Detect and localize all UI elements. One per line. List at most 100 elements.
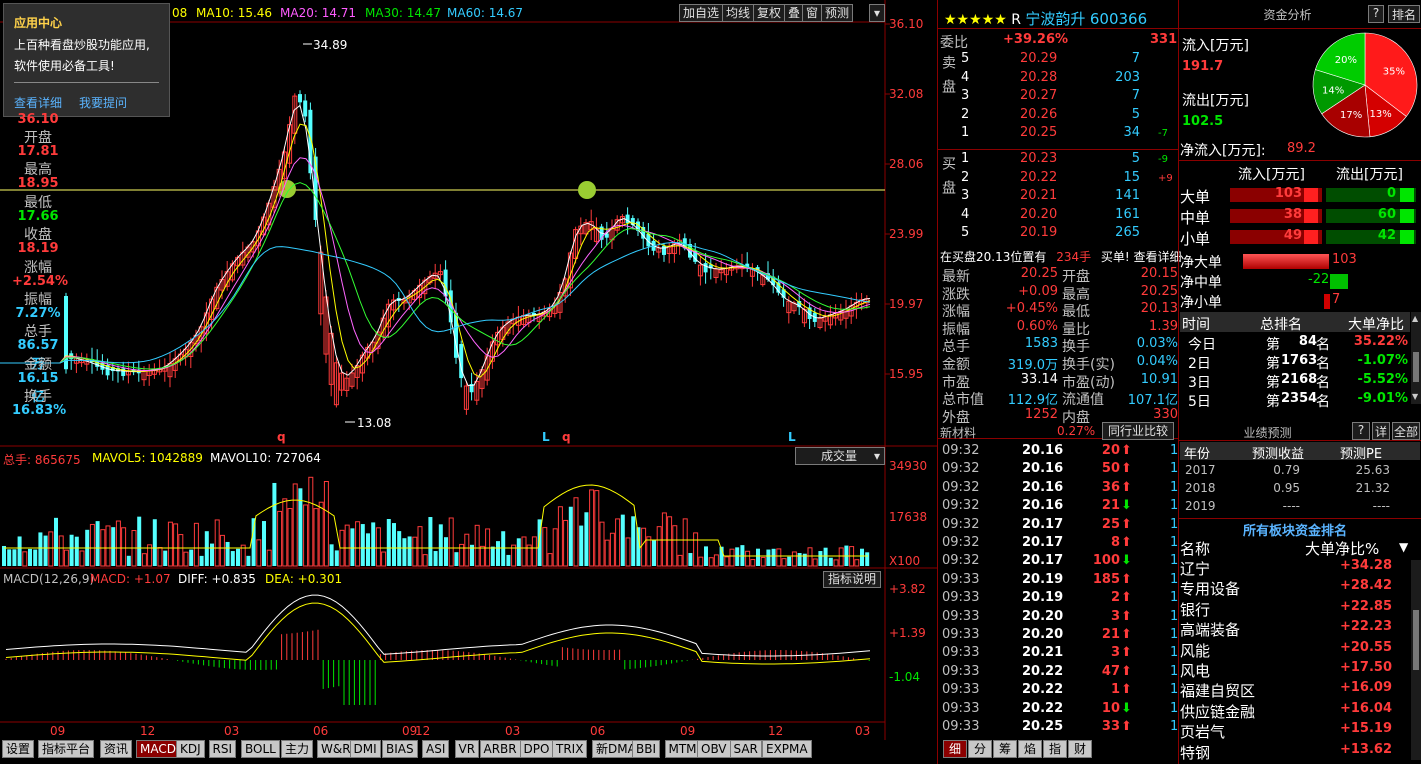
fund-out-mark xyxy=(1400,188,1414,202)
tab-rsi[interactable]: RSI xyxy=(208,740,236,758)
detail-tab-3[interactable]: 焰 xyxy=(1018,740,1042,758)
sector-scrollbar[interactable] xyxy=(1411,560,1421,760)
sector-col-net[interactable]: 大单净比% xyxy=(1305,538,1379,559)
detail-tab-1[interactable]: 分 xyxy=(968,740,992,758)
popup-ask-link[interactable]: 我要提问 xyxy=(79,94,127,111)
sector-row-name[interactable]: 供应链金融 xyxy=(1180,701,1255,721)
tab-obv[interactable]: OBV xyxy=(697,740,731,758)
tab-设置[interactable]: 设置 xyxy=(2,740,35,758)
tab-指标平台[interactable]: 指标平台 xyxy=(38,740,95,758)
tick-time: 09:32 xyxy=(942,498,980,514)
tab-asi[interactable]: ASI xyxy=(422,740,450,758)
quote-value: 1583 xyxy=(1024,336,1058,352)
rank-button[interactable]: 排名 xyxy=(1388,5,1420,23)
volume-bar xyxy=(781,558,787,567)
forecast-button[interactable]: 预测 xyxy=(821,4,854,22)
volume-bar xyxy=(641,527,647,567)
rating-stars: ★★★★★ xyxy=(944,12,1007,28)
tab-dmi[interactable]: DMI xyxy=(349,740,381,758)
rank-row-time: 3日 xyxy=(1188,375,1211,391)
indicator-dropdown[interactable]: 成交量 ▾ xyxy=(795,447,885,465)
pie-label-0: 35% xyxy=(1383,67,1405,78)
volume-bar xyxy=(38,532,43,566)
tab-bias[interactable]: BIAS xyxy=(382,740,418,758)
tab-boll[interactable]: BOLL xyxy=(241,740,280,758)
detail-tab-0[interactable]: 细 xyxy=(943,740,967,758)
tab-macd[interactable]: MACD xyxy=(136,740,180,758)
tab-expma[interactable]: EXPMA xyxy=(762,740,812,758)
popup-detail-link[interactable]: 查看详细 xyxy=(14,94,62,111)
rank-row-net: -5.52% xyxy=(1357,372,1409,387)
fund-out-value: 60 xyxy=(1377,207,1396,222)
tab-trix[interactable]: TRIX xyxy=(552,740,588,758)
indicator-help-button[interactable]: 指标说明 xyxy=(823,571,881,588)
detail-tab-4[interactable]: 指 xyxy=(1043,740,1067,758)
adjust-button[interactable]: 复权 xyxy=(753,4,786,22)
volume-bar xyxy=(698,556,704,567)
sector-row-name[interactable]: 风能 xyxy=(1180,640,1210,660)
tab-sar[interactable]: SAR xyxy=(729,740,762,758)
tab-主力[interactable]: 主力 xyxy=(281,740,314,758)
overlay-button[interactable]: 叠 xyxy=(784,4,805,22)
order-buy-level: 2 xyxy=(961,169,970,185)
volume-bar xyxy=(756,548,760,566)
tab-vr[interactable]: VR xyxy=(454,740,480,758)
sector-row-name[interactable]: 福建自贸区 xyxy=(1180,680,1255,700)
quote-label: 市盈 xyxy=(942,374,970,391)
sector-row-name[interactable]: 辽宁 xyxy=(1180,558,1210,578)
volume-bar xyxy=(33,549,38,566)
sector-row-name[interactable]: 风电 xyxy=(1180,660,1210,680)
ma-line-button[interactable]: 均线 xyxy=(722,4,755,22)
tab-dpo[interactable]: DPO xyxy=(519,740,554,758)
net-bar xyxy=(1243,254,1329,269)
volume-bar xyxy=(735,547,740,566)
fund-in-mark xyxy=(1304,230,1318,244)
fund-pie-chart: 35% 13% 17% 14% 20% xyxy=(1312,32,1418,138)
chevron-down-icon[interactable]: ▾ xyxy=(869,4,885,22)
tab-arbr[interactable]: ARBR xyxy=(479,740,521,758)
detail-tab-5[interactable]: 财 xyxy=(1068,740,1092,758)
sector-row-name[interactable]: 银行 xyxy=(1180,599,1210,619)
tab-kdj[interactable]: KDJ xyxy=(176,740,205,758)
arrow-up-icon: ⬆ xyxy=(1121,608,1132,624)
window-button[interactable]: 窗 xyxy=(802,4,823,22)
detail-tab-2[interactable]: 筹 xyxy=(993,740,1017,758)
arrow-up-icon: ⬆ xyxy=(1121,443,1132,458)
forecast-detail-button[interactable]: 详 xyxy=(1372,422,1390,440)
sector-row-name[interactable]: 页岩气 xyxy=(1180,721,1225,741)
sort-down-icon[interactable]: ▼ xyxy=(1399,540,1408,554)
weibi-label: 委比 xyxy=(940,35,968,51)
volume-axis-label-2: X100 xyxy=(889,554,921,568)
sector-row-name[interactable]: 专用设备 xyxy=(1180,578,1240,598)
tab-mtm[interactable]: MTM xyxy=(664,740,701,758)
order-buy-level: 5 xyxy=(961,225,970,240)
fund-row-label: 小单 xyxy=(1180,230,1211,248)
net-value: -22 xyxy=(1308,272,1330,287)
reference-handle-right xyxy=(578,181,596,199)
add-watchlist-button[interactable]: 加自选 xyxy=(679,4,724,22)
arrow-up-icon: ⬆ xyxy=(1121,645,1132,661)
rank-scrollbar[interactable]: ▲ ▼ xyxy=(1411,312,1421,404)
volume-bar xyxy=(126,555,131,566)
ma10-line xyxy=(0,123,871,378)
signal-marker-3: L xyxy=(788,430,796,444)
tab-bbi[interactable]: BBI xyxy=(632,740,661,758)
forecast-help-button[interactable]: ? xyxy=(1352,422,1370,440)
stock-code[interactable]: 600366 xyxy=(1090,10,1147,28)
buy-note-link[interactable]: 买单! 查看详细 xyxy=(1101,250,1182,264)
volume-bar xyxy=(225,541,230,566)
signal-marker-2: q xyxy=(562,430,571,444)
stock-name[interactable]: 宁波韵升 xyxy=(1025,10,1085,28)
help-button[interactable]: ? xyxy=(1368,5,1384,23)
close-prev-value: 36.10 xyxy=(17,112,59,127)
sector-row-name[interactable]: 特钢 xyxy=(1180,742,1210,762)
pie-label-2: 17% xyxy=(1340,110,1362,121)
volume-bar xyxy=(412,536,418,567)
tick-price: 20.19 xyxy=(1022,590,1064,606)
sector-row-name[interactable]: 高端装备 xyxy=(1180,619,1240,639)
industry-compare-button[interactable]: 同行业比较 xyxy=(1102,422,1174,440)
quote-value: 112.9亿 xyxy=(1007,393,1058,409)
tab-资讯[interactable]: 资讯 xyxy=(100,740,133,758)
arrow-up-icon: ⬆ xyxy=(1121,461,1132,477)
forecast-all-button[interactable]: 全部 xyxy=(1392,422,1420,440)
